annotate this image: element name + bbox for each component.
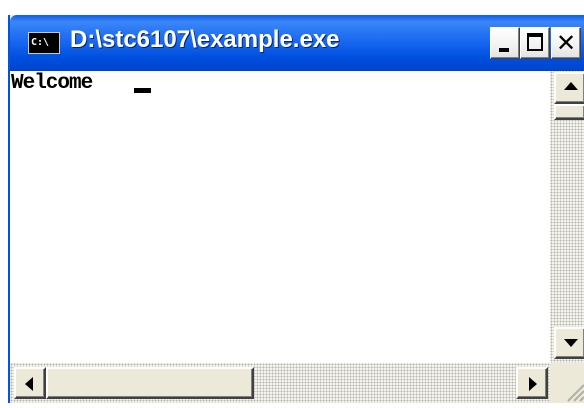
console-app-icon[interactable]: C:\ [28, 32, 60, 54]
close-button[interactable]: ✕ [551, 27, 581, 59]
arrow-up-icon [564, 82, 578, 90]
window-title: D:\stc6107\example.exe [70, 26, 340, 53]
arrow-left-icon [25, 377, 33, 391]
vertical-scrollbar[interactable] [550, 71, 584, 363]
horizontal-scrollbar[interactable] [10, 363, 550, 403]
arrow-right-icon [529, 377, 537, 391]
minimize-button[interactable] [490, 27, 520, 59]
console-output-text: Welcome [11, 72, 93, 95]
resize-grip[interactable] [550, 363, 584, 403]
maximize-icon [527, 33, 543, 51]
text-cursor [134, 88, 151, 93]
console-output-area[interactable]: Welcome [10, 71, 550, 363]
scroll-right-button[interactable] [516, 367, 548, 399]
maximize-button[interactable] [520, 27, 550, 59]
title-bar[interactable]: C:\ D:\stc6107\example.exe ✕ [10, 15, 584, 71]
resize-grip-icon [567, 384, 584, 402]
console-app-icon-label: C:\ [31, 37, 50, 48]
close-icon: ✕ [556, 29, 577, 57]
arrow-down-icon [564, 339, 578, 347]
scroll-down-button[interactable] [554, 327, 584, 359]
vertical-scroll-thumb[interactable] [554, 104, 584, 120]
scroll-left-button[interactable] [14, 367, 46, 399]
console-window: C:\ D:\stc6107\example.exe ✕ Welcome [8, 15, 584, 403]
horizontal-scroll-thumb[interactable] [46, 367, 254, 399]
scroll-up-button[interactable] [554, 72, 584, 104]
minimize-icon [499, 48, 509, 52]
